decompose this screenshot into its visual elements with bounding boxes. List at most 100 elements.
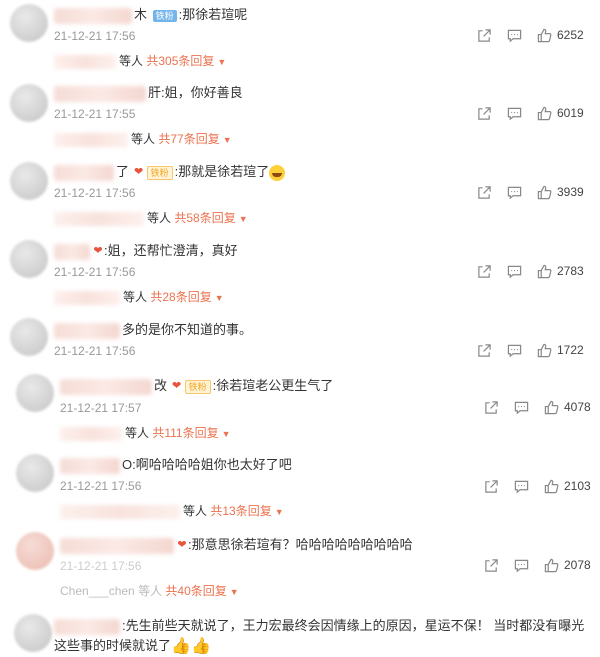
comment-time: 21-12-21 17:56	[60, 559, 142, 573]
like-button[interactable]: 6252	[536, 27, 584, 43]
like-button[interactable]: 6019	[536, 105, 584, 121]
chevron-down-icon[interactable]: ▼	[223, 135, 232, 145]
comment-icon[interactable]	[513, 399, 529, 415]
reply-count[interactable]: 共77条回复	[158, 132, 219, 146]
reply-summary[interactable]: 等人 共77条回复 ▼	[54, 130, 232, 148]
like-icon	[543, 399, 559, 415]
like-count: 2078	[564, 558, 591, 572]
comment-time: 21-12-21 17:56	[60, 479, 142, 493]
reply-count[interactable]: 共305条回复	[146, 54, 214, 68]
comment-username[interactable]: 改	[154, 378, 167, 393]
avatar[interactable]	[16, 532, 54, 570]
comment-icon[interactable]	[506, 263, 522, 279]
like-button[interactable]: 2078	[543, 557, 591, 573]
comment-username[interactable]: 肝	[148, 85, 161, 100]
chevron-down-icon[interactable]: ▼	[230, 587, 239, 597]
fan-badge: 铁粉	[146, 165, 173, 180]
comment-text: :那就是徐若瑄了	[174, 164, 270, 179]
avatar[interactable]	[16, 454, 54, 492]
like-icon	[536, 184, 552, 200]
comment-icon[interactable]	[513, 557, 529, 573]
like-count: 2103	[564, 479, 591, 493]
chevron-down-icon[interactable]: ▼	[217, 57, 226, 67]
reply-count[interactable]: 共40条回复	[165, 584, 226, 598]
avatar[interactable]	[10, 162, 48, 200]
reply-count[interactable]: 共58条回复	[174, 211, 235, 225]
comment-time: 21-12-21 17:56	[54, 265, 136, 279]
reply-count[interactable]: 共28条回复	[150, 290, 211, 304]
comment-text: :姐，还帮忙澄清，真好	[104, 243, 238, 258]
comment-text: :徐若瑄老公更生气了	[212, 378, 334, 393]
comment-icon[interactable]	[506, 184, 522, 200]
avatar[interactable]	[10, 318, 48, 356]
like-icon	[536, 342, 552, 358]
fan-heart-icon: ❤	[172, 380, 182, 393]
like-button[interactable]: 3939	[536, 184, 584, 200]
reply-summary[interactable]: 等人 共28条回复 ▼	[54, 288, 224, 306]
thumbs-up-icon: 👍👍	[171, 637, 211, 655]
comment-time: 21-12-21 17:56	[54, 29, 136, 43]
reply-summary[interactable]: 等人 共13条回复 ▼	[60, 502, 284, 520]
comment-text: :先生前些天就说了，王力宏最终会因情缘上的原因，星运不保！ 当时都没有曝光这些事…	[54, 618, 585, 653]
comment-text: :那徐若瑄呢	[178, 7, 248, 22]
share-icon[interactable]	[476, 263, 492, 279]
chevron-down-icon[interactable]: ▼	[239, 214, 248, 224]
share-icon[interactable]	[476, 27, 492, 43]
like-icon	[536, 27, 552, 43]
like-icon	[536, 263, 552, 279]
comment-icon[interactable]	[506, 342, 522, 358]
like-count: 6252	[557, 28, 584, 42]
share-icon[interactable]	[476, 105, 492, 121]
comment-text: 多的是你不知道的事。	[122, 322, 253, 337]
like-count: 4078	[564, 400, 591, 414]
share-icon[interactable]	[483, 478, 499, 494]
avatar[interactable]	[10, 240, 48, 278]
fan-heart-icon: ❤	[177, 539, 187, 552]
comment-icon[interactable]	[506, 27, 522, 43]
comment-time: 21-12-21 17:55	[54, 107, 136, 121]
chevron-down-icon[interactable]: ▼	[275, 507, 284, 517]
fan-heart-icon: ❤	[134, 166, 144, 179]
share-icon[interactable]	[476, 342, 492, 358]
fan-badge: 铁粉	[152, 9, 177, 22]
like-count: 1722	[557, 343, 584, 357]
laugh-emoji-icon	[269, 164, 286, 181]
reply-count[interactable]: 共111条回复	[152, 426, 218, 440]
comment-username[interactable]: 了	[116, 164, 129, 179]
like-icon	[543, 557, 559, 573]
like-button[interactable]: 4078	[543, 399, 591, 415]
like-icon	[543, 478, 559, 494]
like-icon	[536, 105, 552, 121]
avatar[interactable]	[16, 374, 54, 412]
reply-summary[interactable]: 等人 共111条回复 ▼	[60, 424, 231, 442]
comment-icon[interactable]	[513, 478, 529, 494]
comment-time: 21-12-21 17:56	[54, 186, 136, 200]
avatar[interactable]	[14, 614, 52, 652]
reply-count[interactable]: 共13条回复	[210, 504, 271, 518]
reply-summary[interactable]: 等人 共58条回复 ▼	[54, 209, 248, 227]
like-count: 3939	[557, 185, 584, 199]
fan-heart-icon: ❤	[93, 245, 103, 258]
chevron-down-icon[interactable]: ▼	[215, 293, 224, 303]
comment-username[interactable]: 木	[134, 7, 147, 22]
comment-time: 21-12-21 17:57	[60, 401, 142, 415]
like-count: 2783	[557, 264, 584, 278]
reply-summary[interactable]: Chen___chen 等人 共40条回复 ▼	[60, 582, 239, 600]
like-button[interactable]: 2103	[543, 478, 591, 494]
comment-text: :那意思徐若瑄有？哈哈哈哈哈哈哈哈哈	[188, 537, 413, 552]
chevron-down-icon[interactable]: ▼	[222, 429, 231, 439]
share-icon[interactable]	[483, 399, 499, 415]
comment-time: 21-12-21 17:56	[54, 344, 136, 358]
reply-summary[interactable]: 等人 共305条回复 ▼	[54, 52, 226, 70]
comment-icon[interactable]	[506, 105, 522, 121]
share-icon[interactable]	[476, 184, 492, 200]
like-count: 6019	[557, 106, 584, 120]
comment-text: :啊哈哈哈哈姐你也太好了吧	[132, 457, 292, 472]
like-button[interactable]: 2783	[536, 263, 584, 279]
avatar[interactable]	[10, 4, 48, 42]
share-icon[interactable]	[483, 557, 499, 573]
comment-username[interactable]: O	[122, 457, 132, 472]
avatar[interactable]	[10, 84, 48, 122]
fan-badge: 铁粉	[184, 379, 211, 394]
like-button[interactable]: 1722	[536, 342, 584, 358]
